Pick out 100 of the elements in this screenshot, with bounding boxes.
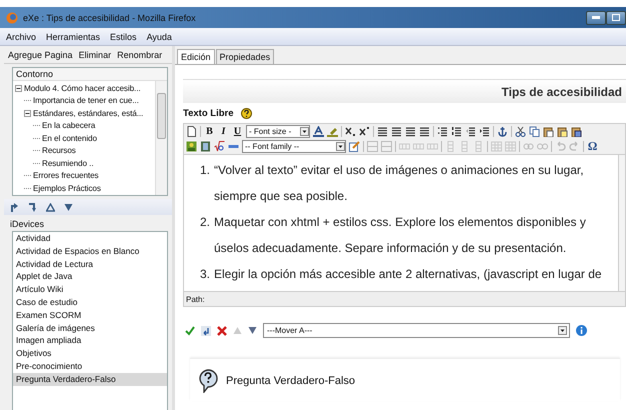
delete-icon[interactable] xyxy=(217,326,227,336)
format-button[interactable]: I xyxy=(218,125,229,138)
list-item[interactable]: Applet de Java xyxy=(13,270,167,284)
minus-icon xyxy=(15,84,22,92)
table-column-icon xyxy=(445,141,456,152)
list-item[interactable]: Objetivos xyxy=(13,347,167,360)
scrollbar-thumb[interactable] xyxy=(157,93,166,139)
list-item[interactable]: Actividad de Lectura xyxy=(13,258,167,270)
align-button[interactable] xyxy=(405,125,416,138)
numbered-list-button[interactable] xyxy=(451,125,462,138)
list-number: 1. xyxy=(198,162,210,179)
list-item[interactable]: Imagen ampliada xyxy=(13,334,167,348)
film-icon xyxy=(200,141,211,152)
menu-item[interactable]: Archivo xyxy=(6,32,36,42)
align-icon xyxy=(419,126,430,137)
maximize-icon xyxy=(612,14,620,21)
promote-icon[interactable] xyxy=(10,202,19,212)
tree-item[interactable]: Recursos xyxy=(42,146,76,156)
info-icon[interactable] xyxy=(576,325,587,336)
bullet-list-button[interactable] xyxy=(437,125,448,138)
list-item[interactable]: Pregunta Verdadero-Falso xyxy=(13,372,167,386)
copy-button[interactable] xyxy=(529,125,540,138)
check-icon[interactable] xyxy=(185,326,195,336)
tab[interactable]: Edición xyxy=(177,49,215,64)
paste-text-icon xyxy=(557,126,568,137)
tree-item[interactable]: Estándares, estándares, está... xyxy=(33,108,144,118)
subscript-button[interactable] xyxy=(345,125,356,138)
highlighter-button[interactable] xyxy=(327,125,338,138)
align-button[interactable] xyxy=(419,125,430,138)
table-column-icon xyxy=(459,141,470,152)
align-icon xyxy=(391,126,402,137)
indent-button[interactable] xyxy=(479,125,490,138)
panel-heading: iDevices xyxy=(9,218,46,231)
image-button[interactable] xyxy=(186,140,197,153)
format-button[interactable]: Ω xyxy=(587,140,598,153)
up-arrow-icon[interactable] xyxy=(46,202,55,212)
tree-item[interactable]: Modulo 4. Cómo hacer accesib... xyxy=(24,84,141,93)
tree-item[interactable]: En el contenido xyxy=(42,134,97,143)
collapse-button[interactable] xyxy=(15,84,22,92)
paste-word-button[interactable] xyxy=(571,125,582,138)
edit-button[interactable] xyxy=(349,140,360,153)
paste-button[interactable] xyxy=(543,125,554,138)
format-button[interactable]: U xyxy=(232,125,243,138)
redo-icon xyxy=(569,141,580,152)
math-button[interactable] xyxy=(214,140,225,153)
demote-icon[interactable] xyxy=(28,202,37,212)
align-button[interactable] xyxy=(377,125,388,138)
tree-item[interactable]: Errores frecuentes xyxy=(33,171,99,180)
scrollbar[interactable] xyxy=(618,155,625,291)
align-icon xyxy=(377,126,388,137)
idevice-title: Texto Libre xyxy=(183,108,234,119)
down-arrow-icon[interactable] xyxy=(64,202,73,212)
format-button[interactable]: B xyxy=(204,125,215,138)
table-column-icon xyxy=(473,141,484,152)
tree-item[interactable]: En la cabecera xyxy=(42,121,96,130)
list-item[interactable]: Artículo Wiki xyxy=(13,283,167,296)
maximize-button[interactable] xyxy=(606,10,626,24)
menu-item[interactable]: Estilos xyxy=(110,32,137,42)
paste-word-icon xyxy=(571,126,582,137)
text-color-button[interactable] xyxy=(313,125,324,138)
tree-item[interactable]: Ejemplos Prácticos xyxy=(33,184,101,193)
scrollbar[interactable] xyxy=(155,81,167,195)
toolbar-button[interactable]: Renombrar xyxy=(117,50,162,60)
tree-item[interactable]: Importancia de tener en cue... xyxy=(33,96,139,106)
dropdown[interactable]: ---Mover A--- xyxy=(263,323,570,338)
toolbar-button[interactable]: Agregue Pagina xyxy=(8,50,73,60)
document-button[interactable] xyxy=(186,125,197,138)
scissors-button[interactable] xyxy=(515,125,526,138)
outdent-button[interactable] xyxy=(465,125,476,138)
list-item[interactable]: Caso de estudio xyxy=(13,296,167,309)
menu-item[interactable]: Herramientas xyxy=(46,32,100,42)
dropdown[interactable]: - Font size - xyxy=(246,125,310,138)
paste-text-button[interactable] xyxy=(557,125,568,138)
align-button[interactable] xyxy=(391,125,402,138)
help-icon[interactable] xyxy=(240,108,252,119)
list-item[interactable]: Pre-conocimiento xyxy=(13,360,167,373)
tab[interactable]: Propiedades xyxy=(216,49,274,64)
document-icon xyxy=(186,126,197,137)
tree-item[interactable]: Resumiendo .. xyxy=(42,158,94,168)
list-item[interactable]: Actividad de Espacios en Blanco xyxy=(13,244,167,258)
table-row-icon xyxy=(413,141,424,152)
superscript-button[interactable] xyxy=(359,125,370,138)
toolbar-button[interactable]: Eliminar xyxy=(78,50,112,60)
superscript-icon xyxy=(359,126,370,137)
return-icon[interactable] xyxy=(201,326,211,336)
anchor-button[interactable] xyxy=(497,125,508,138)
minimize-button[interactable] xyxy=(586,10,606,24)
list-item[interactable]: Examen SCORM xyxy=(13,308,167,322)
minus-icon xyxy=(24,110,31,117)
list-item[interactable]: Actividad xyxy=(13,232,167,245)
down-arrow-icon[interactable] xyxy=(248,326,257,335)
menu-item[interactable]: Ayuda xyxy=(146,32,172,42)
list-item[interactable]: Galería de imágenes xyxy=(13,322,167,334)
unlink-icon xyxy=(537,141,548,152)
film-button[interactable] xyxy=(200,140,211,153)
page-title: Tips de accesibilidad xyxy=(183,79,626,103)
dropdown[interactable]: -- Font family -- xyxy=(242,140,346,153)
collapse-button[interactable] xyxy=(24,110,31,117)
table-row-icon xyxy=(399,141,410,152)
idevice-title: Pregunta Verdadero-Falso xyxy=(226,375,356,387)
